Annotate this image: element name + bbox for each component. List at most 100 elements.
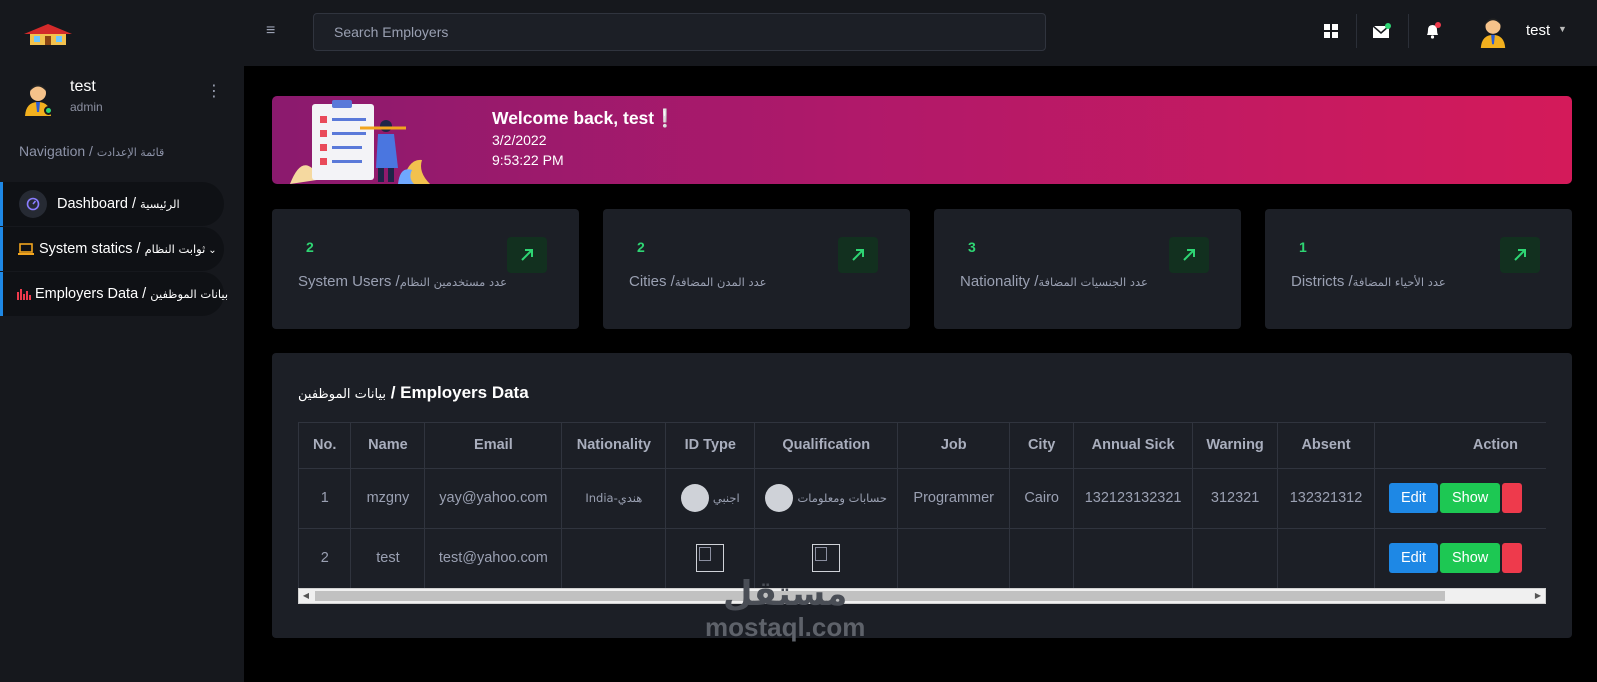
stat-label: Cities /عدد المدن المضافة (629, 273, 767, 290)
sidebar-item-label-en: Employers Data / (35, 286, 151, 302)
edit-button[interactable]: Edit (1389, 483, 1438, 513)
col-header[interactable]: Warning (1192, 423, 1279, 469)
stat-label-ar: عدد الجنسيات المضافة (1038, 275, 1148, 289)
arrow-up-right-icon[interactable] (1500, 237, 1540, 273)
apps-grid-icon[interactable] (1318, 18, 1344, 44)
stat-label: Nationality /عدد الجنسيات المضافة (960, 273, 1148, 290)
col-header[interactable]: No. (299, 423, 352, 469)
cell-email: yay@yahoo.com (424, 468, 563, 529)
sidebar-item-label: Employers Data / بيانات الموظفين (35, 286, 228, 302)
col-header[interactable]: Absent (1277, 423, 1375, 469)
cell-qualification: حسابات ومعلومات (754, 468, 899, 529)
arrow-up-right-icon[interactable] (838, 237, 878, 273)
cell-absent (1277, 528, 1375, 588)
home-logo-icon[interactable] (22, 22, 74, 46)
col-header[interactable]: Nationality (561, 423, 667, 469)
stat-label: Districts /عدد الأحياء المضافة (1291, 273, 1446, 290)
col-header[interactable]: City (1009, 423, 1075, 469)
hamburger-menu-icon[interactable]: ≡ (266, 22, 282, 40)
cell-action: Edit Show (1374, 468, 1546, 529)
stat-label-ar: عدد مستخدمين النظام (399, 275, 507, 289)
stat-label-en: Nationality / (960, 273, 1039, 290)
divider (1356, 14, 1357, 48)
edit-button[interactable]: Edit (1389, 543, 1438, 573)
broken-image-icon[interactable] (812, 544, 841, 572)
watermark: مستقل mostaql.com (705, 576, 865, 643)
horizontal-scrollbar[interactable]: ◀ ▶ (298, 588, 1546, 604)
cell-city: Cairo (1009, 468, 1075, 529)
stat-count: 1 (1299, 239, 1307, 255)
sidebar-item-label-ar: الرئيسية (140, 197, 180, 211)
stat-card-system-users: 2 System Users /عدد مستخدمين النظام (272, 209, 579, 329)
qualification-value: حسابات ومعلومات (797, 490, 888, 505)
bell-icon[interactable] (1420, 18, 1446, 44)
stat-card-cities: 2 Cities /عدد المدن المضافة (603, 209, 910, 329)
gauge-icon (19, 190, 47, 218)
cell-nationality: India-هندي (561, 468, 667, 529)
search-input[interactable] (313, 13, 1046, 51)
scrollbar-thumb[interactable] (315, 591, 1445, 601)
cell-nationality (561, 528, 667, 588)
col-header[interactable]: ID Type (665, 423, 756, 469)
col-header[interactable]: Name (350, 423, 426, 469)
divider (1408, 14, 1409, 48)
employers-data-card: بيانات الموظفين / Employers Data No. Nam… (272, 353, 1572, 638)
avatar[interactable] (1478, 16, 1508, 48)
current-time: 9:53:22 PM (492, 152, 564, 168)
profile-name: test (70, 78, 96, 95)
cell-warning (1192, 528, 1279, 588)
watermark-en: mostaql.com (705, 612, 866, 642)
sidebar-item-system-statics[interactable]: System statics / ثوابت النظام ⌄ (0, 227, 224, 271)
qualification-thumbnail[interactable] (765, 484, 794, 512)
card-title-ar: بيانات الموظفين (298, 387, 386, 402)
sidebar-item-label-en: Dashboard / (57, 196, 141, 212)
chevron-down-icon[interactable]: ⌄ (208, 245, 216, 256)
delete-button[interactable] (1502, 543, 1523, 573)
cell-annual-sick (1073, 528, 1194, 588)
scroll-right-arrow-icon[interactable]: ▶ (1531, 589, 1545, 603)
sidebar-item-label: Dashboard / الرئيسية (57, 196, 180, 212)
arrow-up-right-icon[interactable] (1169, 237, 1209, 273)
current-date: 3/2/2022 (492, 132, 547, 148)
col-header[interactable]: Email (424, 423, 563, 469)
stat-label-en: System Users / (298, 273, 400, 290)
nav-heading-label: Navigation / (19, 143, 97, 159)
stat-label-en: Cities / (629, 273, 675, 290)
sidebar-item-label-en: System statics / (39, 241, 145, 257)
id-photo-thumbnail[interactable] (680, 484, 709, 512)
nationality-value: India-هندي (585, 491, 643, 505)
cell-action: Edit Show (1374, 528, 1546, 588)
table-row: 2 test test@yahoo.com Edit Show (299, 528, 1546, 588)
sidebar-item-label: System statics / ثوابت النظام ⌄ (39, 241, 217, 257)
sidebar-item-label-ar: بيانات الموظفين (150, 287, 229, 301)
stat-card-districts: 1 Districts /عدد الأحياء المضافة (1265, 209, 1572, 329)
col-header[interactable]: Action (1374, 423, 1546, 469)
delete-button[interactable] (1502, 483, 1523, 513)
card-title-en: / Employers Data (386, 383, 529, 402)
nav-heading: Navigation / قائمة الإعدادت (19, 143, 164, 159)
scroll-left-arrow-icon[interactable]: ◀ (299, 589, 313, 603)
cell-warning: 312321 (1192, 468, 1279, 529)
stat-label-ar: عدد المدن المضافة (674, 275, 767, 289)
user-menu-name[interactable]: test (1526, 22, 1550, 39)
caret-down-icon[interactable]: ▼ (1558, 24, 1567, 34)
show-button[interactable]: Show (1440, 483, 1501, 513)
stat-count: 3 (968, 239, 976, 255)
arrow-up-right-icon[interactable] (507, 237, 547, 273)
col-header[interactable]: Job (897, 423, 1011, 469)
col-header[interactable]: Qualification (754, 423, 899, 469)
sidebar-item-employers-data[interactable]: Employers Data / بيانات الموظفين (0, 272, 228, 316)
bar-chart-icon (17, 280, 31, 308)
sidebar-item-dashboard[interactable]: Dashboard / الرئيسية (0, 182, 224, 226)
mail-icon[interactable] (1369, 18, 1395, 44)
more-options-icon[interactable]: ⋮ (206, 82, 222, 102)
show-button[interactable]: Show (1440, 543, 1501, 573)
table-scroll-container[interactable]: No. Name Email Nationality ID Type Quali… (298, 422, 1546, 588)
col-header[interactable]: Annual Sick (1073, 423, 1194, 469)
laptop-icon (17, 235, 35, 263)
cell-job (897, 528, 1011, 588)
cell-job: Programmer (897, 468, 1011, 529)
welcome-banner: Welcome back, test❕ 3/2/2022 9:53:22 PM (272, 96, 1572, 184)
broken-image-icon[interactable] (696, 544, 725, 572)
cell-id-type: اجنبي (665, 468, 756, 529)
